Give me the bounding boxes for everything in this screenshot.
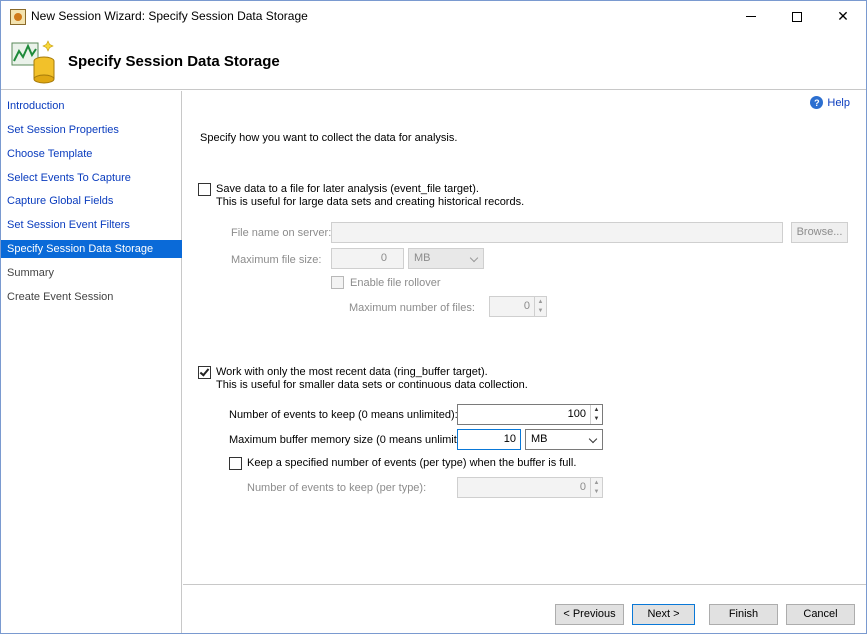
max-files-input[interactable]: 0 ▲ ▼ xyxy=(489,296,547,317)
wizard-header: Specify Session Data Storage xyxy=(1,32,866,90)
spin-up-icon: ▲ xyxy=(593,406,600,413)
app-icon xyxy=(10,9,26,25)
buffer-memory-value: 10 xyxy=(503,433,516,445)
max-file-size-input[interactable]: 0 xyxy=(331,248,404,269)
max-file-size-label: Maximum file size: xyxy=(231,254,322,266)
per-type-checkbox[interactable] xyxy=(229,457,242,470)
max-files-spinner[interactable]: ▲ ▼ xyxy=(534,297,546,316)
max-file-size-unit-value: MB xyxy=(414,252,431,264)
max-files-value: 0 xyxy=(523,300,530,312)
spin-up-icon: ▲ xyxy=(537,298,544,305)
buffer-memory-label: Maximum buffer memory size (0 means unli… xyxy=(229,434,476,446)
chevron-down-icon xyxy=(588,434,598,444)
file-target-checkbox[interactable] xyxy=(198,183,211,196)
events-to-keep-spinner[interactable]: ▲ ▼ xyxy=(590,405,602,424)
minimize-icon xyxy=(746,16,756,17)
help-link[interactable]: ? Help xyxy=(810,96,850,109)
close-button[interactable]: ✕ xyxy=(820,1,866,32)
file-target-description: This is useful for large data sets and c… xyxy=(216,196,525,208)
nav-item-choose-template[interactable]: Choose Template xyxy=(1,145,182,163)
nav-item-introduction[interactable]: Introduction xyxy=(1,97,182,115)
nav-item-set-session-properties[interactable]: Set Session Properties xyxy=(1,121,182,139)
file-rollover-checkbox[interactable] xyxy=(331,276,344,289)
events-to-keep-label: Number of events to keep (0 means unlimi… xyxy=(229,409,458,421)
spin-down-icon: ▼ xyxy=(593,416,600,423)
per-type-label: Keep a specified number of events (per t… xyxy=(247,457,577,469)
max-files-label: Maximum number of files: xyxy=(349,302,475,314)
window-title: New Session Wizard: Specify Session Data… xyxy=(31,9,308,23)
browse-button[interactable]: Browse... xyxy=(791,222,848,243)
close-icon: ✕ xyxy=(837,8,849,24)
file-name-label: File name on server: xyxy=(231,227,332,239)
per-type-events-input[interactable]: 0 ▲ ▼ xyxy=(457,477,603,498)
max-file-size-unit-select[interactable]: MB xyxy=(408,248,484,269)
title-bar: New Session Wizard: Specify Session Data… xyxy=(1,1,866,32)
nav-item-capture-global-fields[interactable]: Capture Global Fields xyxy=(1,192,182,210)
events-to-keep-input[interactable]: 100 ▲ ▼ xyxy=(457,404,603,425)
spin-down-icon: ▼ xyxy=(593,489,600,496)
cancel-button[interactable]: Cancel xyxy=(786,604,855,625)
session-storage-icon xyxy=(11,40,55,84)
file-target-label: Save data to a file for later analysis (… xyxy=(216,183,479,195)
spin-down-icon: ▼ xyxy=(537,308,544,315)
ring-buffer-description: This is useful for smaller data sets or … xyxy=(216,379,528,391)
buffer-memory-input[interactable]: 10 xyxy=(457,429,521,450)
file-name-input[interactable] xyxy=(331,222,783,243)
intro-text: Specify how you want to collect the data… xyxy=(200,132,458,144)
wizard-steps-nav: Introduction Set Session Properties Choo… xyxy=(1,91,182,633)
nav-item-create-event-session: Create Event Session xyxy=(7,291,114,303)
nav-item-specify-session-data-storage[interactable]: Specify Session Data Storage xyxy=(1,240,182,258)
events-to-keep-value: 100 xyxy=(567,408,586,420)
spin-up-icon: ▲ xyxy=(593,479,600,486)
file-rollover-label: Enable file rollover xyxy=(350,277,441,289)
wizard-window: New Session Wizard: Specify Session Data… xyxy=(0,0,867,634)
buffer-memory-unit-select[interactable]: MB xyxy=(525,429,603,450)
help-icon: ? xyxy=(810,96,824,109)
nav-item-summary: Summary xyxy=(7,267,55,279)
max-file-size-value: 0 xyxy=(380,252,387,264)
page-title: Specify Session Data Storage xyxy=(68,53,280,70)
buffer-memory-unit-value: MB xyxy=(531,433,548,445)
per-type-events-value: 0 xyxy=(579,481,586,493)
chevron-down-icon xyxy=(469,253,479,263)
main-panel: ? Help Specify how you want to collect t… xyxy=(183,91,866,633)
ring-buffer-label: Work with only the most recent data (rin… xyxy=(216,366,488,378)
maximize-button[interactable] xyxy=(774,1,820,32)
next-button[interactable]: Next > xyxy=(632,604,695,625)
nav-item-set-session-event-filters[interactable]: Set Session Event Filters xyxy=(1,216,182,234)
per-type-events-label: Number of events to keep (per type): xyxy=(247,482,427,494)
nav-item-select-events[interactable]: Select Events To Capture xyxy=(1,169,182,187)
checkmark-icon xyxy=(199,366,210,377)
maximize-icon xyxy=(792,11,802,22)
finish-button[interactable]: Finish xyxy=(709,604,778,625)
ring-buffer-checkbox[interactable] xyxy=(198,366,211,379)
help-label: Help xyxy=(827,96,850,109)
per-type-events-spinner[interactable]: ▲ ▼ xyxy=(590,478,602,497)
previous-button[interactable]: < Previous xyxy=(555,604,624,625)
minimize-button[interactable] xyxy=(728,1,774,32)
footer-divider xyxy=(183,584,866,585)
